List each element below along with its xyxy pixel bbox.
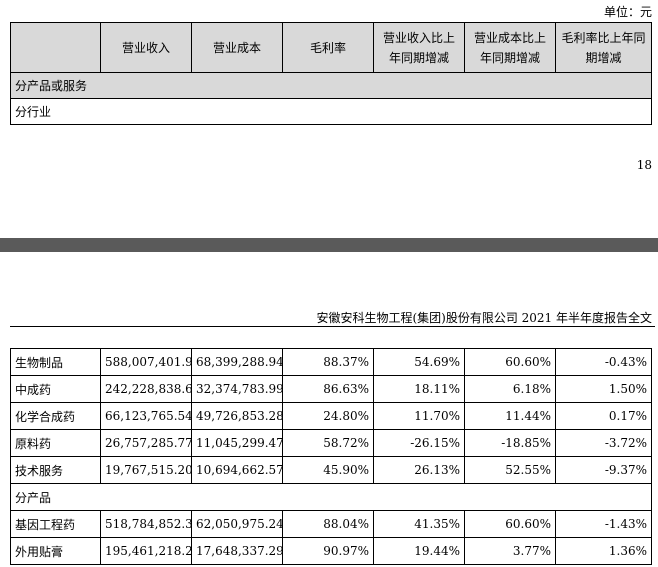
- section-row-industry: 分行业: [10, 98, 652, 125]
- revenue-cell: 195,461,218.25: [100, 537, 192, 565]
- table-row: 原料药 26,757,285.77 11,045,299.47 58.72% -…: [10, 429, 652, 457]
- revenue-change-cell: 41.35%: [373, 510, 465, 538]
- table-row: 生物制品 588,007,401.92 68,399,288.94 88.37%…: [10, 348, 652, 376]
- cost-change-cell: 52.55%: [464, 456, 556, 484]
- revenue-change-cell: 54.69%: [373, 348, 465, 376]
- table-row: 外用贴膏 195,461,218.25 17,648,337.29 90.97%…: [10, 537, 652, 565]
- row-name: 生物制品: [10, 348, 101, 376]
- row-name: 原料药: [10, 429, 101, 457]
- margin-cell: 88.04%: [282, 510, 374, 538]
- revenue-cell: 588,007,401.92: [100, 348, 192, 376]
- header-revenue: 营业收入: [100, 22, 192, 73]
- section-row-product-service: 分产品或服务: [10, 72, 652, 99]
- cost-cell: 49,726,853.28: [191, 402, 283, 430]
- cost-cell: 11,045,299.47: [191, 429, 283, 457]
- revenue-change-cell: 18.11%: [373, 375, 465, 403]
- row-name: 基因工程药: [10, 510, 101, 538]
- margin-change-cell: 1.50%: [555, 375, 652, 403]
- margin-cell: 24.80%: [282, 402, 374, 430]
- header-cell-empty: [10, 22, 101, 73]
- report-title: 安徽安科生物工程(集团)股份有限公司 2021 年半年度报告全文: [316, 311, 652, 325]
- margin-change-cell: 0.17%: [555, 402, 652, 430]
- margin-cell: 90.97%: [282, 537, 374, 565]
- row-name: 外用贴膏: [10, 537, 101, 565]
- revenue-cell: 66,123,765.54: [100, 402, 192, 430]
- row-name: 技术服务: [10, 456, 101, 484]
- header-table: 营业收入 营业成本 毛利率 营业收入比上年同期增减 营业成本比上年同期增减 毛利…: [10, 22, 652, 125]
- header-margin: 毛利率: [282, 22, 374, 73]
- cost-cell: 62,050,975.24: [191, 510, 283, 538]
- table-row: 技术服务 19,767,515.20 10,694,662.57 45.90% …: [10, 456, 652, 484]
- row-name: 化学合成药: [10, 402, 101, 430]
- margin-cell: 88.37%: [282, 348, 374, 376]
- cost-change-cell: 11.44%: [464, 402, 556, 430]
- page-separator: [0, 238, 658, 252]
- section-row-product: 分产品: [10, 483, 652, 511]
- margin-change-cell: -0.43%: [555, 348, 652, 376]
- section-label: 分产品或服务: [10, 72, 652, 99]
- header-cost: 营业成本: [191, 22, 283, 73]
- row-name: 中成药: [10, 375, 101, 403]
- cost-cell: 17,648,337.29: [191, 537, 283, 565]
- cost-cell: 32,374,783.99: [191, 375, 283, 403]
- margin-cell: 45.90%: [282, 456, 374, 484]
- cost-cell: 68,399,288.94: [191, 348, 283, 376]
- cost-change-cell: 6.18%: [464, 375, 556, 403]
- section-label: 分行业: [10, 98, 652, 125]
- section-label: 分产品: [10, 483, 652, 511]
- revenue-change-cell: 11.70%: [373, 402, 465, 430]
- table-row: 中成药 242,228,838.68 32,374,783.99 86.63% …: [10, 375, 652, 403]
- margin-cell: 86.63%: [282, 375, 374, 403]
- revenue-cell: 26,757,285.77: [100, 429, 192, 457]
- header-revenue-change: 营业收入比上年同期增减: [373, 22, 465, 73]
- header-rule: [10, 326, 655, 327]
- cost-change-cell: -18.85%: [464, 429, 556, 457]
- unit-label: 单位：元: [603, 5, 652, 19]
- page-number: 18: [636, 158, 652, 172]
- revenue-cell: 19,767,515.20: [100, 456, 192, 484]
- table-row: 化学合成药 66,123,765.54 49,726,853.28 24.80%…: [10, 402, 652, 430]
- cost-change-cell: 60.60%: [464, 510, 556, 538]
- revenue-cell: 518,784,852.35: [100, 510, 192, 538]
- cost-change-cell: 60.60%: [464, 348, 556, 376]
- margin-change-cell: -9.37%: [555, 456, 652, 484]
- revenue-change-cell: 26.13%: [373, 456, 465, 484]
- header-cost-change: 营业成本比上年同期增减: [464, 22, 556, 73]
- margin-change-cell: -3.72%: [555, 429, 652, 457]
- header-row: 营业收入 营业成本 毛利率 营业收入比上年同期增减 营业成本比上年同期增减 毛利…: [10, 22, 652, 73]
- margin-change-cell: 1.36%: [555, 537, 652, 565]
- header-margin-change: 毛利率比上年同期增减: [555, 22, 652, 73]
- margin-change-cell: -1.43%: [555, 510, 652, 538]
- revenue-cell: 242,228,838.68: [100, 375, 192, 403]
- cost-change-cell: 3.77%: [464, 537, 556, 565]
- cost-cell: 10,694,662.57: [191, 456, 283, 484]
- data-table: 生物制品 588,007,401.92 68,399,288.94 88.37%…: [10, 348, 652, 565]
- margin-cell: 58.72%: [282, 429, 374, 457]
- table-row: 基因工程药 518,784,852.35 62,050,975.24 88.04…: [10, 510, 652, 538]
- revenue-change-cell: -26.15%: [373, 429, 465, 457]
- revenue-change-cell: 19.44%: [373, 537, 465, 565]
